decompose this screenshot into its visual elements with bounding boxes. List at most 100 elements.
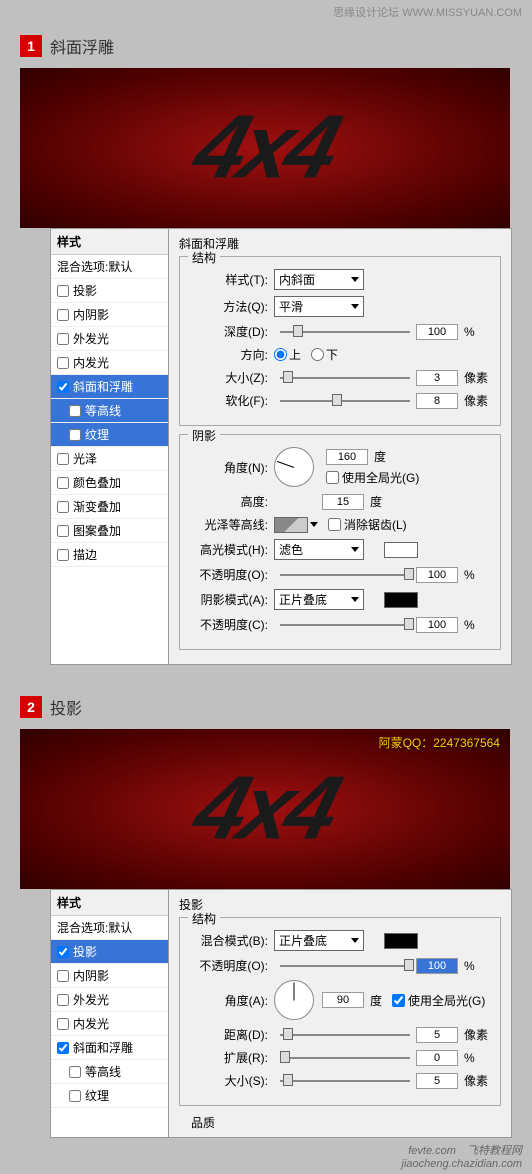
cb-outer-glow-2[interactable] xyxy=(57,994,69,1006)
cb-bevel-emboss[interactable] xyxy=(57,381,69,393)
ds-distance-input[interactable] xyxy=(416,1027,458,1043)
cb-contour-2[interactable] xyxy=(69,1066,81,1078)
shadow-opacity-unit: % xyxy=(464,618,475,632)
shadow-color-swatch[interactable] xyxy=(384,592,418,608)
angle-input[interactable] xyxy=(326,449,368,465)
style-color-overlay[interactable]: 颜色叠加 xyxy=(51,471,168,495)
highlight-color-swatch[interactable] xyxy=(384,542,418,558)
ds-angle-widget[interactable] xyxy=(274,980,314,1020)
cb-texture-2[interactable] xyxy=(69,1090,81,1102)
style-inner-glow[interactable]: 内发光 xyxy=(51,351,168,375)
dropshadow-settings: 投影 结构 混合模式(B): 正片叠底 不透明度(O): % 角度(A): 度 … xyxy=(169,890,511,1137)
size-input[interactable] xyxy=(416,370,458,386)
direction-up-radio[interactable]: 上 xyxy=(274,346,301,363)
section-1-number: 1 xyxy=(20,35,42,57)
ds-color-swatch[interactable] xyxy=(384,933,418,949)
ds-distance-slider[interactable] xyxy=(280,1028,410,1042)
blend-mode-dropdown[interactable]: 正片叠底 xyxy=(274,930,364,951)
style-inner-shadow[interactable]: 内阴影 xyxy=(51,303,168,327)
dropdown-arrow-icon xyxy=(351,938,359,943)
watermark-qq: 阿蒙QQ：2247367564 xyxy=(379,734,500,751)
blend-options-2[interactable]: 混合选项:默认 xyxy=(51,916,168,940)
style-bevel-emboss[interactable]: 斜面和浮雕 xyxy=(51,375,168,399)
highlight-opacity-input[interactable] xyxy=(416,567,458,583)
antialiased-cb[interactable] xyxy=(328,518,341,531)
shadow-opacity-slider[interactable] xyxy=(280,618,410,632)
style-drop-shadow-2[interactable]: 投影 xyxy=(51,940,168,964)
dropdown-arrow-icon xyxy=(351,277,359,282)
cb-color-overlay[interactable] xyxy=(57,477,69,489)
global-light-cb[interactable] xyxy=(326,471,339,484)
cb-inner-glow-2[interactable] xyxy=(57,1018,69,1030)
section-2-header: 2 投影 xyxy=(0,685,532,729)
angle-unit: 度 xyxy=(374,448,386,465)
ds-angle-input[interactable] xyxy=(322,992,364,1008)
size-label: 大小(Z): xyxy=(188,369,268,386)
direction-up-label: 上 xyxy=(289,346,301,363)
altitude-unit: 度 xyxy=(370,493,382,510)
soften-input[interactable] xyxy=(416,393,458,409)
cb-outer-glow[interactable] xyxy=(57,333,69,345)
style-inner-shadow-2[interactable]: 内阴影 xyxy=(51,964,168,988)
cb-texture[interactable] xyxy=(69,429,81,441)
altitude-input[interactable] xyxy=(322,494,364,510)
ds-global-light-cb[interactable] xyxy=(392,994,405,1007)
cb-pattern-overlay[interactable] xyxy=(57,525,69,537)
highlight-opacity-unit: % xyxy=(464,568,475,582)
highlight-opacity-slider[interactable] xyxy=(280,568,410,582)
soften-slider[interactable] xyxy=(280,394,410,408)
style-bevel-emboss-2[interactable]: 斜面和浮雕 xyxy=(51,1036,168,1060)
cb-inner-shadow[interactable] xyxy=(57,309,69,321)
dropdown-arrow-icon[interactable] xyxy=(310,522,318,527)
style-outer-glow[interactable]: 外发光 xyxy=(51,327,168,351)
depth-slider[interactable] xyxy=(280,325,410,339)
style-outer-glow-2[interactable]: 外发光 xyxy=(51,988,168,1012)
style-gradient-overlay[interactable]: 渐变叠加 xyxy=(51,495,168,519)
style-stroke[interactable]: 描边 xyxy=(51,543,168,567)
ds-opacity-slider[interactable] xyxy=(280,959,410,973)
cb-stroke[interactable] xyxy=(57,549,69,561)
ds-spread-input[interactable] xyxy=(416,1050,458,1066)
technique-dropdown[interactable]: 平滑 xyxy=(274,296,364,317)
ds-opacity-input[interactable] xyxy=(416,958,458,974)
cb-inner-glow[interactable] xyxy=(57,357,69,369)
style-inner-glow-2[interactable]: 内发光 xyxy=(51,1012,168,1036)
style-satin[interactable]: 光泽 xyxy=(51,447,168,471)
blend-options[interactable]: 混合选项:默认 xyxy=(51,255,168,279)
style-texture[interactable]: 纹理 xyxy=(51,423,168,447)
cb-gradient-overlay[interactable] xyxy=(57,501,69,513)
style-texture-2[interactable]: 纹理 xyxy=(51,1084,168,1108)
direction-down-radio[interactable]: 下 xyxy=(311,346,338,363)
cb-inner-shadow-2[interactable] xyxy=(57,970,69,982)
cb-drop-shadow-2[interactable] xyxy=(57,946,69,958)
cb-contour[interactable] xyxy=(69,405,81,417)
header-link: 思缘设计论坛 WWW.MISSYUAN.COM xyxy=(0,0,532,24)
highlight-mode-dropdown[interactable]: 滤色 xyxy=(274,539,364,560)
preview-1: 4x4 xyxy=(20,68,510,228)
style-contour-2[interactable]: 等高线 xyxy=(51,1060,168,1084)
depth-input[interactable] xyxy=(416,324,458,340)
ds-size-slider[interactable] xyxy=(280,1074,410,1088)
ds-spread-slider[interactable] xyxy=(280,1051,410,1065)
size-slider[interactable] xyxy=(280,371,410,385)
footer-fevte: fevte.com xyxy=(408,1145,456,1157)
label-texture: 纹理 xyxy=(85,426,109,443)
cb-drop-shadow[interactable] xyxy=(57,285,69,297)
ds-size-input[interactable] xyxy=(416,1073,458,1089)
shadow-mode-dropdown[interactable]: 正片叠底 xyxy=(274,589,364,610)
angle-widget[interactable] xyxy=(274,447,314,487)
style-dropdown[interactable]: 内斜面 xyxy=(274,269,364,290)
style-pattern-overlay[interactable]: 图案叠加 xyxy=(51,519,168,543)
section-2-number: 2 xyxy=(20,696,42,718)
gloss-contour-swatch[interactable] xyxy=(274,517,308,533)
shadow-opacity-input[interactable] xyxy=(416,617,458,633)
style-contour[interactable]: 等高线 xyxy=(51,399,168,423)
antialiased-label: 消除锯齿(L) xyxy=(344,516,407,533)
blend-mode-value: 正片叠底 xyxy=(279,932,327,949)
global-light-label: 使用全局光(G) xyxy=(342,469,419,486)
ds-size-label: 大小(S): xyxy=(188,1072,268,1089)
style-drop-shadow[interactable]: 投影 xyxy=(51,279,168,303)
cb-bevel-emboss-2[interactable] xyxy=(57,1042,69,1054)
cb-satin[interactable] xyxy=(57,453,69,465)
gloss-contour-label: 光泽等高线: xyxy=(188,516,268,533)
